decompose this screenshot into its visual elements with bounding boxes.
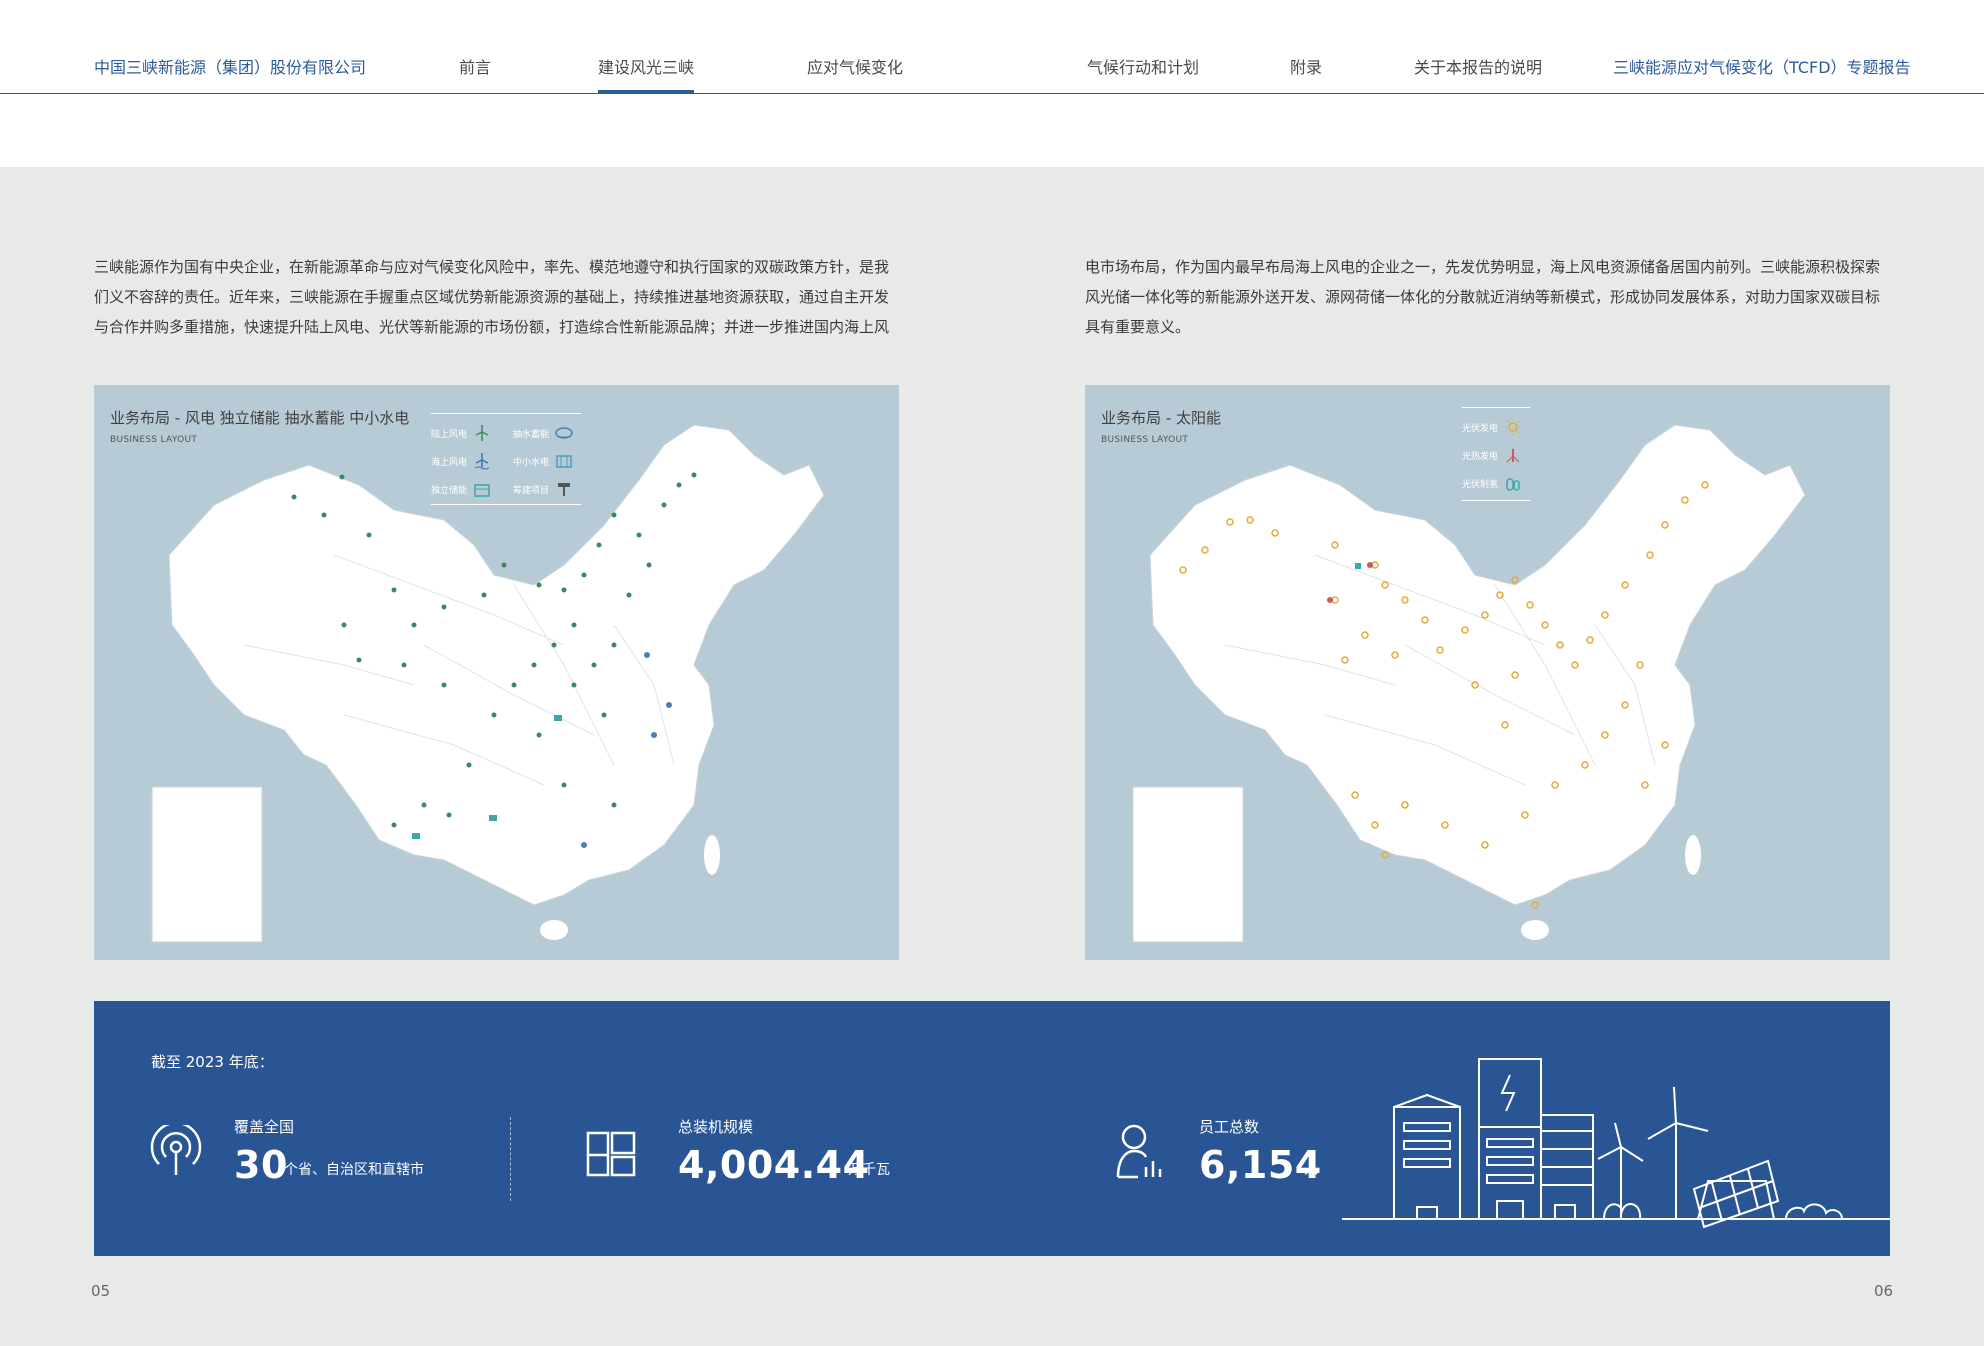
stat-coverage-label: 覆盖全国 [234, 1118, 295, 1136]
solar-map-title: 业务布局 - 太阳能 [1101, 409, 1221, 427]
capacity-grid-icon [586, 1131, 636, 1177]
wind-map-subtitle: BUSINESS LAYOUT [110, 435, 198, 445]
intro-paragraph-right: 电市场布局，作为国内最早布局海上风电的企业之一，先发优势明显，海上风电资源储备居… [1085, 258, 1881, 336]
legend-onshore-wind: 陆上风电 [431, 424, 491, 442]
small-hydro-icon [556, 455, 572, 468]
intro-paragraph-left: 三峡能源作为国有中央企业，在新能源革命与应对气候变化风险中，率先、模范地遵守和执… [94, 258, 890, 336]
legend-offshore-wind: 海上风电 [431, 452, 491, 470]
legend-small-hydro: 中小水电 [513, 452, 573, 470]
stat-employees-unit: 人 [1304, 1162, 1318, 1178]
solar-map-legend: 光伏发电 光热发电 光伏制氢 [1462, 407, 1530, 501]
wind-map-title: 业务布局 - 风电 独立储能 抽水蓄能 中小水电 [110, 409, 410, 427]
summary-band: 截至 2023 年底： 覆盖全国 30 个省、自治区和直辖市 总装机规模 4,0… [94, 1001, 1890, 1256]
nav-item-appendix[interactable]: 附录 [1290, 56, 1322, 80]
solar-map-subtitle: BUSINESS LAYOUT [1101, 435, 1189, 445]
nav-item-about-report[interactable]: 关于本报告的说明 [1414, 56, 1542, 80]
pumped-storage-icon [555, 427, 573, 439]
nav-brand-link[interactable]: 中国三峡新能源（集团）股份有限公司 [94, 56, 366, 80]
offshore-wind-icon [474, 453, 490, 470]
legend-pumped-storage: 抽水蓄能 [513, 424, 573, 442]
energy-storage-icon [474, 484, 490, 497]
employee-icon [1116, 1124, 1162, 1179]
legend-pv-hydrogen: 光伏制氢 [1462, 474, 1522, 492]
legend-solar-thermal: 光热发电 [1462, 446, 1522, 464]
wind-map-legend: 陆上风电 抽水蓄能 海上风电 中小水电 独立储能 筹建项目 [431, 413, 581, 505]
top-header: 中国三峡新能源（集团）股份有限公司 前言 建设风光三峡 应对气候变化 气候行动和… [0, 0, 1984, 167]
nav-report-title-link[interactable]: 三峡能源应对气候变化（TCFD）专题报告 [1613, 56, 1911, 80]
legend-energy-storage: 独立储能 [431, 480, 491, 498]
stat-divider [510, 1117, 511, 1201]
solar-map-panel: 业务布局 - 太阳能 BUSINESS LAYOUT 光伏发电 光热发电 光伏制… [1085, 385, 1890, 960]
summary-caption: 截至 2023 年底： [151, 1053, 274, 1071]
top-navigation: 中国三峡新能源（集团）股份有限公司 前言 建设风光三峡 应对气候变化 气候行动和… [0, 56, 1984, 94]
solar-thermal-icon [1506, 449, 1520, 463]
stat-coverage-value: 30 [234, 1143, 288, 1187]
onshore-wind-icon [475, 425, 489, 441]
cityscape-illustration [1342, 1058, 1890, 1229]
stat-coverage-unit: 个省、自治区和直辖市 [284, 1162, 424, 1178]
coverage-signal-icon [150, 1125, 202, 1175]
stat-capacity-value: 4,004.44 [678, 1143, 870, 1187]
nav-item-climate-response[interactable]: 应对气候变化 [807, 56, 903, 80]
pv-icon [1505, 419, 1522, 435]
page-number-left: 05 [91, 1282, 111, 1300]
nav-item-preface[interactable]: 前言 [459, 56, 491, 80]
legend-planned-project: 筹建项目 [513, 480, 573, 498]
stat-employees-label: 员工总数 [1199, 1118, 1260, 1136]
nav-item-build[interactable]: 建设风光三峡 [598, 56, 695, 94]
wind-map-panel: 业务布局 - 风电 独立储能 抽水蓄能 中小水电 BUSINESS LAYOUT… [94, 385, 899, 960]
planned-project-icon [558, 483, 571, 496]
legend-pv: 光伏发电 [1462, 418, 1522, 436]
pv-hydrogen-icon [1506, 478, 1520, 491]
page-number-right: 06 [1874, 1282, 1894, 1300]
stat-capacity-unit: 万千瓦 [848, 1162, 890, 1178]
stat-capacity-label: 总装机规模 [678, 1118, 754, 1136]
nav-item-climate-action[interactable]: 气候行动和计划 [1087, 56, 1199, 80]
